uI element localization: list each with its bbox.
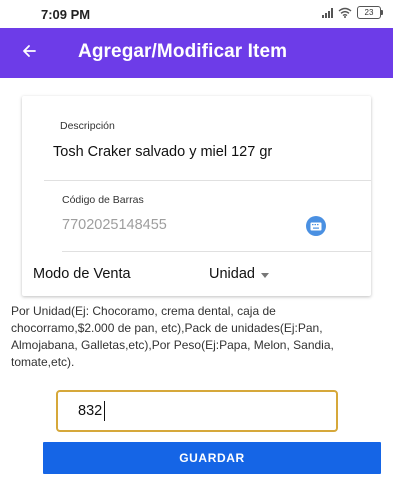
quantity-input[interactable]: 832 [56, 390, 338, 432]
codigo-barras-label: Código de Barras [62, 194, 144, 206]
divider [62, 251, 371, 252]
save-button[interactable]: GUARDAR [43, 442, 381, 474]
status-time: 7:09 PM [41, 7, 91, 22]
back-button[interactable] [14, 38, 44, 68]
signal-icon [322, 7, 333, 18]
codigo-barras-field[interactable]: 7702025148455 [62, 217, 167, 233]
descripcion-field[interactable]: Tosh Craker salvado y miel 127 gr [53, 144, 272, 160]
battery-level: 23 [364, 8, 374, 17]
battery-icon: 23 [357, 6, 383, 19]
modo-venta-select[interactable]: Unidad [209, 266, 269, 282]
quantity-value: 832 [78, 403, 103, 419]
dropdown-caret-icon [260, 272, 269, 278]
wifi-icon [338, 7, 352, 18]
modo-venta-value: Unidad [209, 266, 255, 282]
app-bar: Agregar/Modificar Item [0, 28, 393, 78]
arrow-left-icon [22, 44, 36, 63]
keyboard-button[interactable] [306, 216, 326, 236]
status-bar: 7:09 PM 23 [0, 0, 393, 28]
page-title: Agregar/Modificar Item [78, 41, 288, 62]
item-form-card: Descripción Tosh Craker salvado y miel 1… [22, 96, 371, 296]
status-icons: 23 [322, 6, 383, 19]
text-cursor [104, 401, 105, 421]
divider [44, 180, 371, 181]
descripcion-label: Descripción [60, 120, 115, 132]
modo-venta-help-text: Por Unidad(Ej: Chocoramo, crema dental, … [11, 304, 334, 369]
modo-venta-label: Modo de Venta [33, 266, 131, 282]
keyboard-icon [310, 222, 322, 231]
